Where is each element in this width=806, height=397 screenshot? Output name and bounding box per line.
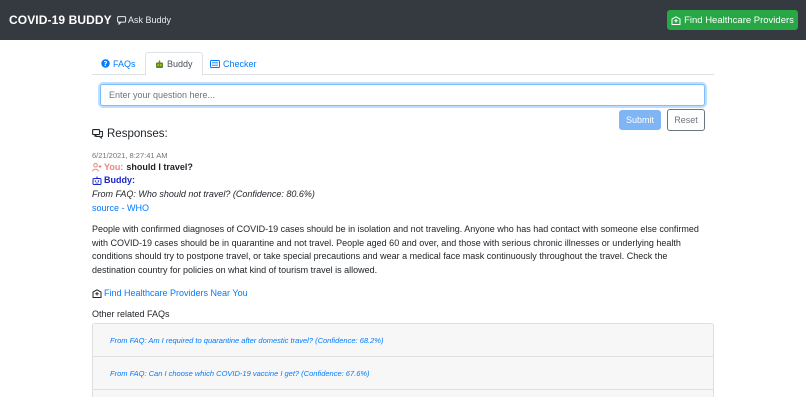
- find-providers-label: Find Healthcare Providers: [684, 14, 794, 26]
- matched-faq: From FAQ: Who should not travel? (Confid…: [92, 189, 315, 199]
- hospital-icon: [92, 288, 102, 298]
- related-faqs-list: From FAQ: Am I required to quarantine af…: [92, 323, 714, 397]
- question-circle-icon: ?: [101, 59, 110, 68]
- find-providers-button[interactable]: Find Healthcare Providers: [667, 10, 798, 30]
- related-faqs-heading: Other related FAQs: [92, 309, 170, 319]
- tab-checker-label: Checker: [223, 58, 257, 69]
- responses-heading-text: Responses:: [107, 128, 168, 140]
- top-navbar: COVID-19 BUDDY Ask Buddy Find Healthcare…: [0, 0, 806, 40]
- brand-title[interactable]: COVID-19 BUDDY: [9, 13, 112, 27]
- reset-button[interactable]: Reset: [667, 109, 705, 131]
- related-faq-item[interactable]: From FAQ: Can I choose which COVID-19 va…: [93, 357, 713, 390]
- response-timestamp: 6/21/2021, 8:27:41 AM: [92, 151, 168, 160]
- source-link[interactable]: source - WHO: [92, 203, 149, 213]
- buddy-label: Buddy:: [104, 175, 135, 185]
- tab-bar: ? FAQs Buddy Checker: [92, 52, 714, 76]
- ask-buddy-label: Ask Buddy: [128, 15, 172, 25]
- question-input[interactable]: [100, 84, 705, 106]
- related-faq-item[interactable]: From FAQ: Am I required to quarantine af…: [93, 324, 713, 357]
- tab-buddy[interactable]: Buddy: [145, 52, 203, 76]
- chat-icon: [117, 15, 127, 25]
- robot-icon: [92, 176, 102, 185]
- responses-heading: Responses:: [92, 128, 168, 140]
- person-plus-icon: [92, 162, 102, 172]
- tab-faqs[interactable]: ? FAQs: [92, 52, 145, 75]
- card-list-icon: [210, 59, 220, 68]
- answer-text: People with confirmed diagnoses of COVID…: [92, 224, 699, 275]
- user-question-line: You: should I travel?: [92, 162, 193, 172]
- tab-buddy-label: Buddy: [167, 59, 193, 69]
- svg-text:?: ?: [103, 60, 107, 68]
- chat-bubbles-icon: [92, 129, 103, 139]
- you-label: You:: [104, 162, 124, 172]
- find-providers-near-link[interactable]: Find Healthcare Providers Near You: [92, 288, 248, 298]
- submit-button[interactable]: Submit: [619, 110, 661, 130]
- ask-buddy-link[interactable]: Ask Buddy: [117, 15, 171, 25]
- find-providers-near-label: Find Healthcare Providers Near You: [104, 288, 248, 298]
- user-question-text: should I travel?: [126, 162, 193, 172]
- buddy-reply-header: Buddy:: [92, 175, 135, 185]
- tab-checker[interactable]: Checker: [201, 52, 266, 75]
- robot-icon: [156, 60, 163, 68]
- tab-faqs-label: FAQs: [113, 58, 136, 69]
- hospital-icon: [671, 15, 681, 25]
